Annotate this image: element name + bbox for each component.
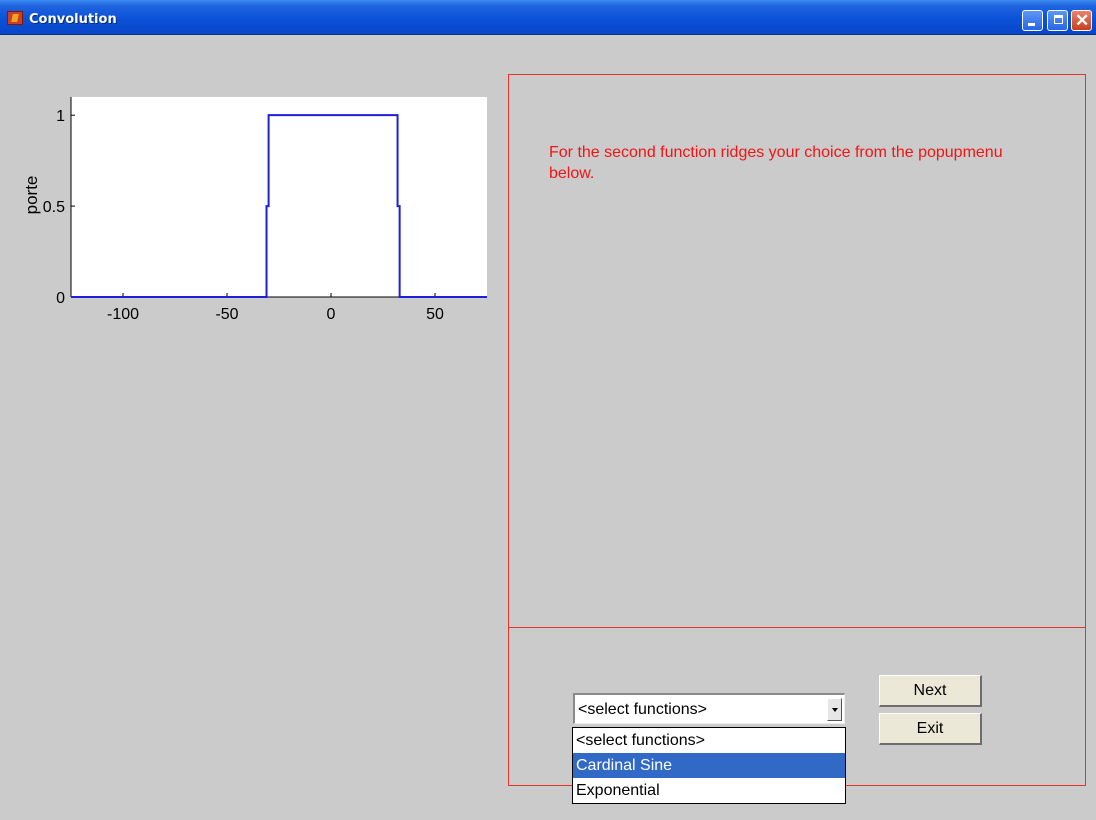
x-tick-label: -100: [107, 306, 139, 323]
instruction-text: For the second function ridges your choi…: [549, 144, 1003, 182]
exit-button[interactable]: Exit: [879, 713, 982, 745]
restore-button[interactable]: [1047, 10, 1068, 31]
porte-chart: -100 -50 0 50 0 0.5 1 porte: [22, 97, 487, 323]
minimize-button[interactable]: [1022, 10, 1043, 31]
dropdown-option-cardinal-sine[interactable]: Cardinal Sine: [573, 753, 845, 778]
function-select-value: <select functions>: [578, 701, 707, 718]
x-tick-label: 0: [327, 306, 336, 323]
function-select[interactable]: <select functions>: [573, 693, 845, 724]
y-axis-label: porte: [22, 176, 41, 215]
close-button[interactable]: ✕: [1071, 10, 1092, 31]
y-tick-label: 0.5: [43, 199, 65, 216]
minimize-icon: [1028, 23, 1035, 26]
y-tick-label: 1: [56, 108, 65, 125]
dropdown-option-exponential[interactable]: Exponential: [573, 778, 845, 803]
y-tick-label: 0: [56, 290, 65, 307]
x-tick-label: -50: [215, 306, 238, 323]
porte-series-line: [71, 114, 487, 298]
next-button[interactable]: Next: [879, 675, 982, 707]
x-tick-label: 50: [426, 306, 444, 323]
chevron-down-icon[interactable]: [827, 698, 842, 721]
function-dropdown-list: <select functions> Cardinal Sine Exponen…: [572, 727, 846, 804]
restore-icon: [1054, 15, 1063, 24]
close-icon: ✕: [1075, 11, 1090, 30]
dropdown-option-select-functions[interactable]: <select functions>: [573, 728, 845, 753]
